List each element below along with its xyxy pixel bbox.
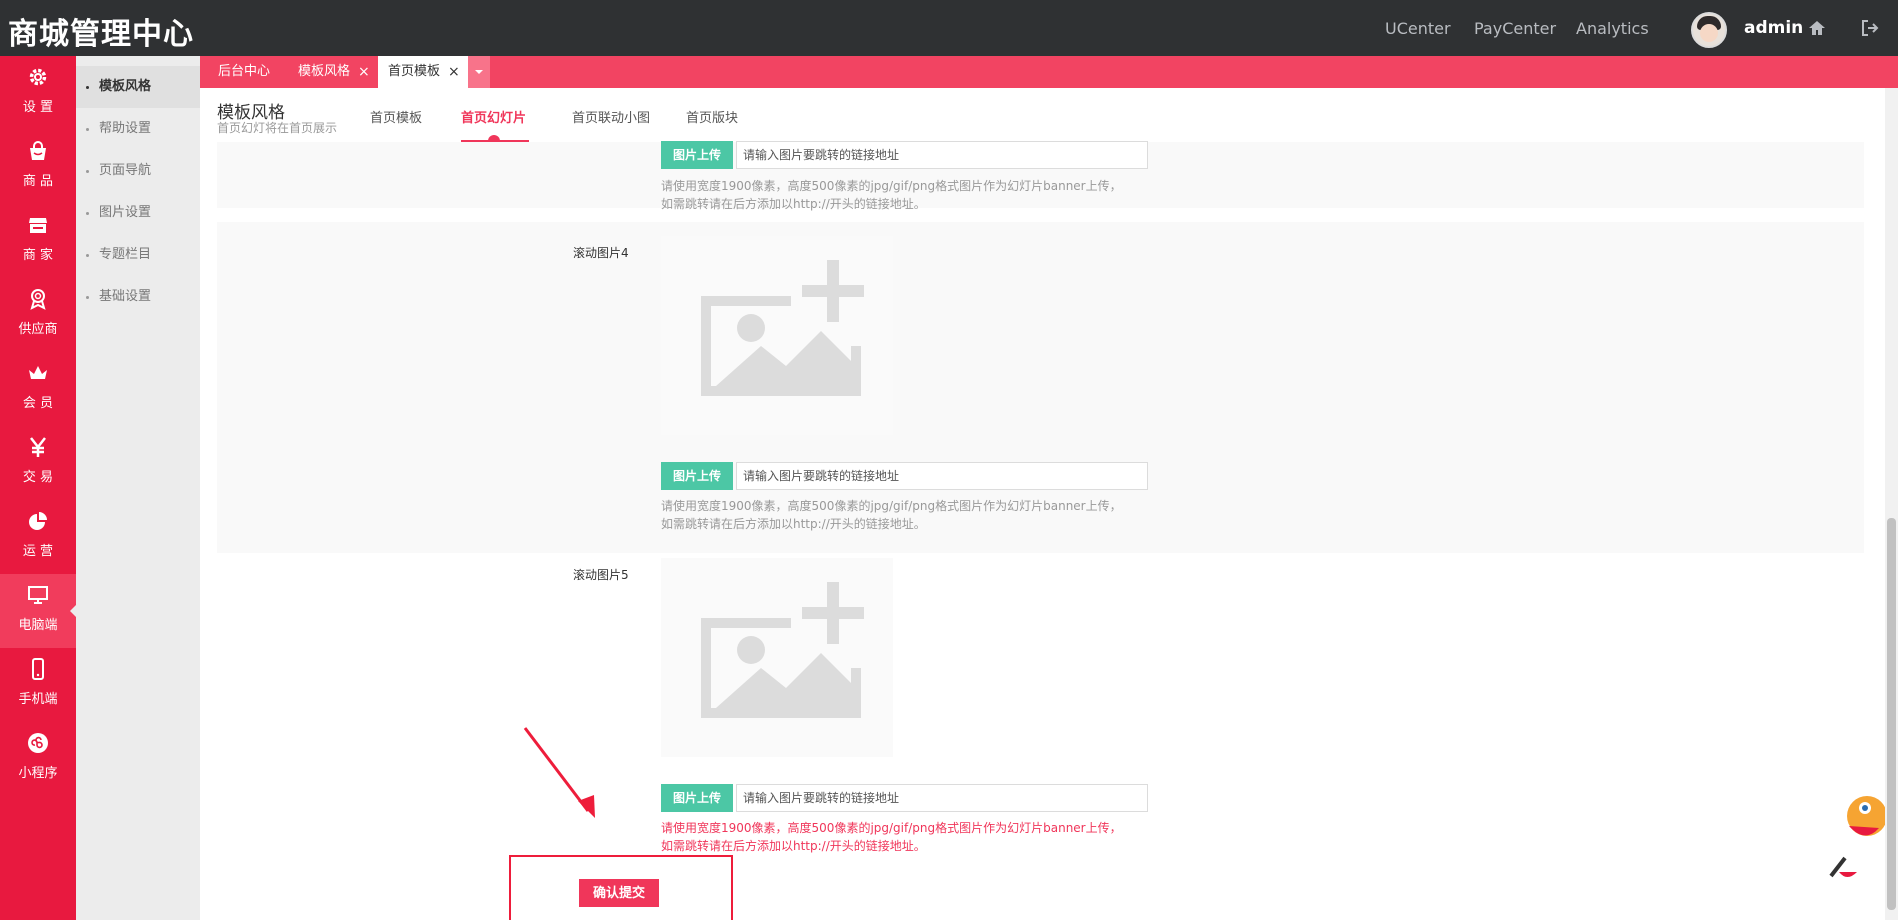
subnav-item-label: 图片设置 [99,205,152,220]
top-bar: 商城管理中心 UCenter PayCenter Analytics admin [0,0,1898,56]
sidebar-item-trade[interactable]: 交 易 [0,426,76,500]
monitor-icon [28,586,48,604]
yen-icon [30,437,46,457]
sidebar-item-label: 交 易 [22,470,54,485]
subtab-home-template[interactable]: 首页模板 [370,107,422,126]
add-image-icon [701,260,864,396]
main-sidebar: 设 置 商 品 商 家 供应商 会 员 交 易 运 营 电脑端 手机端 小程序 [0,56,77,920]
sidebar-item-miniprogram[interactable]: 小程序 [0,722,76,796]
hint-line: 如需跳转请在后方添加以http://开头的链接地址。 [661,839,926,853]
upload-button[interactable]: 图片上传 [661,784,733,812]
sidebar-item-member[interactable]: 会 员 [0,352,76,426]
sidebar-item-label: 会 员 [22,396,54,411]
subnav-item-topic[interactable]: 专题栏目 [76,234,200,276]
subnav-item-basic[interactable]: 基础设置 [76,276,200,318]
sidebar-item-goods[interactable]: 商 品 [0,130,76,204]
subnav-item-template-style[interactable]: 模板风格 [76,66,200,108]
mobile-icon [32,658,44,680]
admin-username[interactable]: admin [1744,18,1803,38]
tab-template-style[interactable]: 模板风格 × [280,56,378,88]
tab-label: 首页模板 [388,64,441,79]
slide-label: 滚动图片5 [573,568,629,582]
tab-label: 后台中心 [218,64,271,79]
link-url-input[interactable] [736,141,1148,169]
sidebar-item-label: 商 品 [22,174,54,189]
hint-line: 如需跳转请在后方添加以http://开头的链接地址。 [661,517,926,531]
pie-chart-icon [29,512,47,530]
miniprogram-icon [28,733,48,753]
sidebar-item-settings[interactable]: 设 置 [0,56,76,130]
upload-hint: 请使用宽度1900像素，高度500像素的jpg/gif/png格式图片作为幻灯片… [661,177,1122,213]
subnav-item-image-settings[interactable]: 图片设置 [76,192,200,234]
page-scrollbar[interactable] [1885,88,1898,920]
page-subtitle: 首页幻灯将在首页展示 [217,121,338,135]
close-icon[interactable]: × [448,56,460,88]
sidebar-item-operation[interactable]: 运 营 [0,500,76,574]
badge-icon [30,289,46,310]
upload-hint: 请使用宽度1900像素，高度500像素的jpg/gif/png格式图片作为幻灯片… [661,497,1122,533]
crown-icon [29,366,47,379]
gear-icon [29,68,47,86]
subnav-item-label: 页面导航 [99,163,152,178]
home-icon[interactable] [1807,18,1827,38]
subnav-item-page-nav[interactable]: 页面导航 [76,150,200,192]
hint-line: 如需跳转请在后方添加以http://开头的链接地址。 [661,197,926,211]
sidebar-item-supplier[interactable]: 供应商 [0,278,76,352]
image-placeholder[interactable] [661,236,893,435]
sub-sidebar: 模板风格 帮助设置 页面导航 图片设置 专题栏目 基础设置 [76,56,200,920]
subnav-item-label: 帮助设置 [99,121,152,136]
annotation-arrow-icon [523,727,595,818]
subtab-linked-images[interactable]: 首页联动小图 [572,107,650,126]
lion-dance-mascot-icon [1829,796,1885,878]
hint-line: 请使用宽度1900像素，高度500像素的jpg/gif/png格式图片作为幻灯片… [661,821,1122,835]
brand-title: 商城管理中心 [8,17,194,52]
shopping-bag-icon [30,141,46,160]
link-url-input[interactable] [736,462,1148,490]
subnav-item-label: 专题栏目 [99,247,152,262]
sidebar-item-label: 手机端 [18,692,58,707]
close-icon[interactable]: × [358,56,370,88]
subnav-item-label: 基础设置 [99,289,152,304]
nav-analytics[interactable]: Analytics [1576,19,1649,38]
logout-icon[interactable] [1860,18,1880,38]
tab-home-template[interactable]: 首页模板 × [378,56,468,88]
sidebar-item-mobile[interactable]: 手机端 [0,648,76,722]
sidebar-item-label: 设 置 [22,100,54,115]
sidebar-item-label: 运 营 [22,544,54,559]
hint-line: 请使用宽度1900像素，高度500像素的jpg/gif/png格式图片作为幻灯片… [661,499,1122,513]
chevron-down-icon[interactable] [468,56,490,88]
avatar[interactable] [1691,12,1727,48]
sidebar-item-label: 供应商 [18,322,58,337]
nav-ucenter[interactable]: UCenter [1385,19,1451,38]
sidebar-item-label: 小程序 [18,766,58,781]
slide-label: 滚动图片4 [573,246,629,260]
scrollbar-thumb[interactable] [1887,518,1896,910]
nav-paycenter[interactable]: PayCenter [1474,19,1556,38]
upload-button[interactable]: 图片上传 [661,462,733,490]
hint-line: 请使用宽度1900像素，高度500像素的jpg/gif/png格式图片作为幻灯片… [661,179,1122,193]
store-icon [29,218,47,233]
add-image-icon [701,582,864,718]
sidebar-item-merchant[interactable]: 商 家 [0,204,76,278]
upload-hint: 请使用宽度1900像素，高度500像素的jpg/gif/png格式图片作为幻灯片… [661,819,1122,855]
tab-admin-center[interactable]: 后台中心 [200,56,280,88]
subnav-item-label: 模板风格 [99,79,152,94]
tab-label: 模板风格 [298,64,351,79]
upload-button[interactable]: 图片上传 [661,141,733,169]
link-url-input[interactable] [736,784,1148,812]
main-content: 模板风格 首页幻灯将在首页展示 首页模板 首页幻灯片 首页联动小图 首页版块 图… [200,88,1898,920]
sidebar-item-pc[interactable]: 电脑端 [0,574,77,648]
sidebar-item-label: 电脑端 [18,618,58,633]
image-placeholder[interactable] [661,558,893,757]
subtab-home-slides[interactable]: 首页幻灯片 [461,107,526,126]
tab-strip: 后台中心 模板风格 × 首页模板 × [200,56,1898,88]
submit-button[interactable]: 确认提交 [579,879,659,907]
sidebar-item-label: 商 家 [22,248,54,263]
subnav-item-help[interactable]: 帮助设置 [76,108,200,150]
subtab-home-blocks[interactable]: 首页版块 [686,107,738,126]
